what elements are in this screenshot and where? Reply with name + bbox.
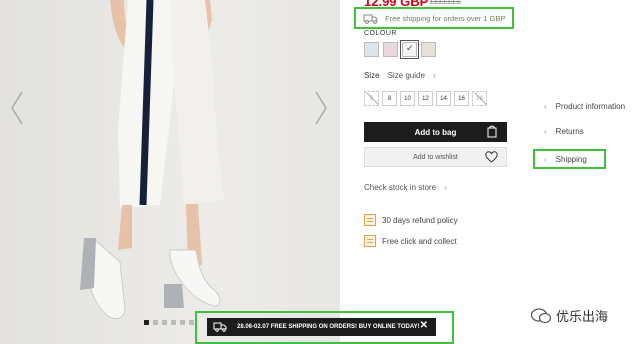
colour-swatch-light-blue[interactable]: [364, 42, 379, 57]
size-option[interactable]: 8: [382, 91, 397, 106]
promo-notice-text: 28.06-02.07 FREE SHIPPING ON ORDERS! BUY…: [237, 324, 420, 330]
size-guide-link[interactable]: Size guide: [388, 71, 425, 80]
pagination-dot[interactable]: [171, 320, 176, 325]
size-option[interactable]: 10: [400, 91, 415, 106]
watermark-text: 优乐出海: [556, 309, 609, 324]
check-stock-label: Check stock in store: [364, 183, 437, 192]
chevron-left-icon: ‹: [544, 127, 547, 136]
pagination-dot[interactable]: [189, 320, 194, 325]
watermark: 优乐出海: [530, 306, 608, 325]
heart-icon: [485, 151, 498, 163]
size-option[interactable]: 12: [418, 91, 433, 106]
add-to-wishlist-button[interactable]: Add to wishlist: [364, 147, 507, 167]
product-old-price: £££££££: [430, 0, 462, 6]
wechat-logo-icon: [530, 307, 552, 323]
next-image-arrow-icon[interactable]: [310, 88, 332, 128]
size-option: 18: [472, 91, 487, 106]
check-icon: ✓: [406, 43, 414, 53]
truck-icon: [363, 14, 378, 24]
free-shipping-banner: Free shipping for orders over 1 GBP: [354, 7, 514, 29]
returns-label: Returns: [555, 127, 584, 136]
truck-icon: [213, 322, 227, 332]
bag-icon: [487, 125, 497, 138]
product-information-link[interactable]: ‹ Product information: [544, 102, 625, 111]
click-collect-perk: Free click and collect: [364, 235, 457, 247]
size-option: 6: [364, 91, 379, 106]
add-to-bag-button[interactable]: Add to bag: [364, 122, 507, 142]
check-stock-link[interactable]: Check stock in store ›: [364, 183, 447, 192]
colour-swatch-pink[interactable]: [383, 42, 398, 57]
product-image: [0, 0, 340, 344]
size-row: Size Size guide ›: [364, 70, 436, 80]
click-collect-text: Free click and collect: [382, 236, 457, 246]
refund-policy-text: 30 days refund policy: [382, 215, 458, 225]
pagination-dot[interactable]: [180, 320, 185, 325]
pagination-dot[interactable]: [162, 320, 167, 325]
refund-policy-perk: 30 days refund policy: [364, 214, 458, 226]
chevron-right-icon: ›: [444, 183, 447, 192]
size-option[interactable]: 16: [454, 91, 469, 106]
free-shipping-text: Free shipping for orders over 1 GBP: [385, 13, 506, 23]
chevron-left-icon: ‹: [544, 102, 547, 111]
calendar-icon: [364, 235, 376, 247]
product-information-label: Product information: [555, 102, 626, 111]
pagination-dot[interactable]: [144, 320, 149, 325]
shipping-label: Shipping: [555, 154, 587, 164]
size-option[interactable]: 14: [436, 91, 451, 106]
add-to-wishlist-label: Add to wishlist: [413, 153, 458, 161]
size-options: 6 8 10 12 14 16 18: [364, 91, 487, 106]
colour-swatch-beige[interactable]: [421, 42, 436, 57]
calendar-icon: [364, 214, 376, 226]
colour-swatch-white[interactable]: ✓: [400, 40, 419, 59]
image-pagination-dots: [144, 320, 194, 325]
chevron-right-icon: ›: [432, 70, 436, 80]
close-icon[interactable]: ✕: [420, 320, 428, 331]
model-legs-illustration: [80, 0, 224, 320]
promo-notice-bar: 28.06-02.07 FREE SHIPPING ON ORDERS! BUY…: [207, 318, 436, 336]
colour-label: COLOUR: [364, 30, 397, 37]
promo-notice-highlight: 28.06-02.07 FREE SHIPPING ON ORDERS! BUY…: [195, 311, 454, 344]
colour-swatches: ✓: [364, 40, 436, 59]
previous-image-arrow-icon[interactable]: [6, 88, 28, 128]
shipping-link[interactable]: ‹ Shipping: [533, 149, 606, 169]
pagination-dot[interactable]: [153, 320, 158, 325]
chevron-left-icon: ‹: [544, 154, 547, 164]
size-label: Size: [364, 70, 380, 80]
returns-link[interactable]: ‹ Returns: [544, 127, 584, 136]
add-to-bag-label: Add to bag: [414, 127, 457, 137]
